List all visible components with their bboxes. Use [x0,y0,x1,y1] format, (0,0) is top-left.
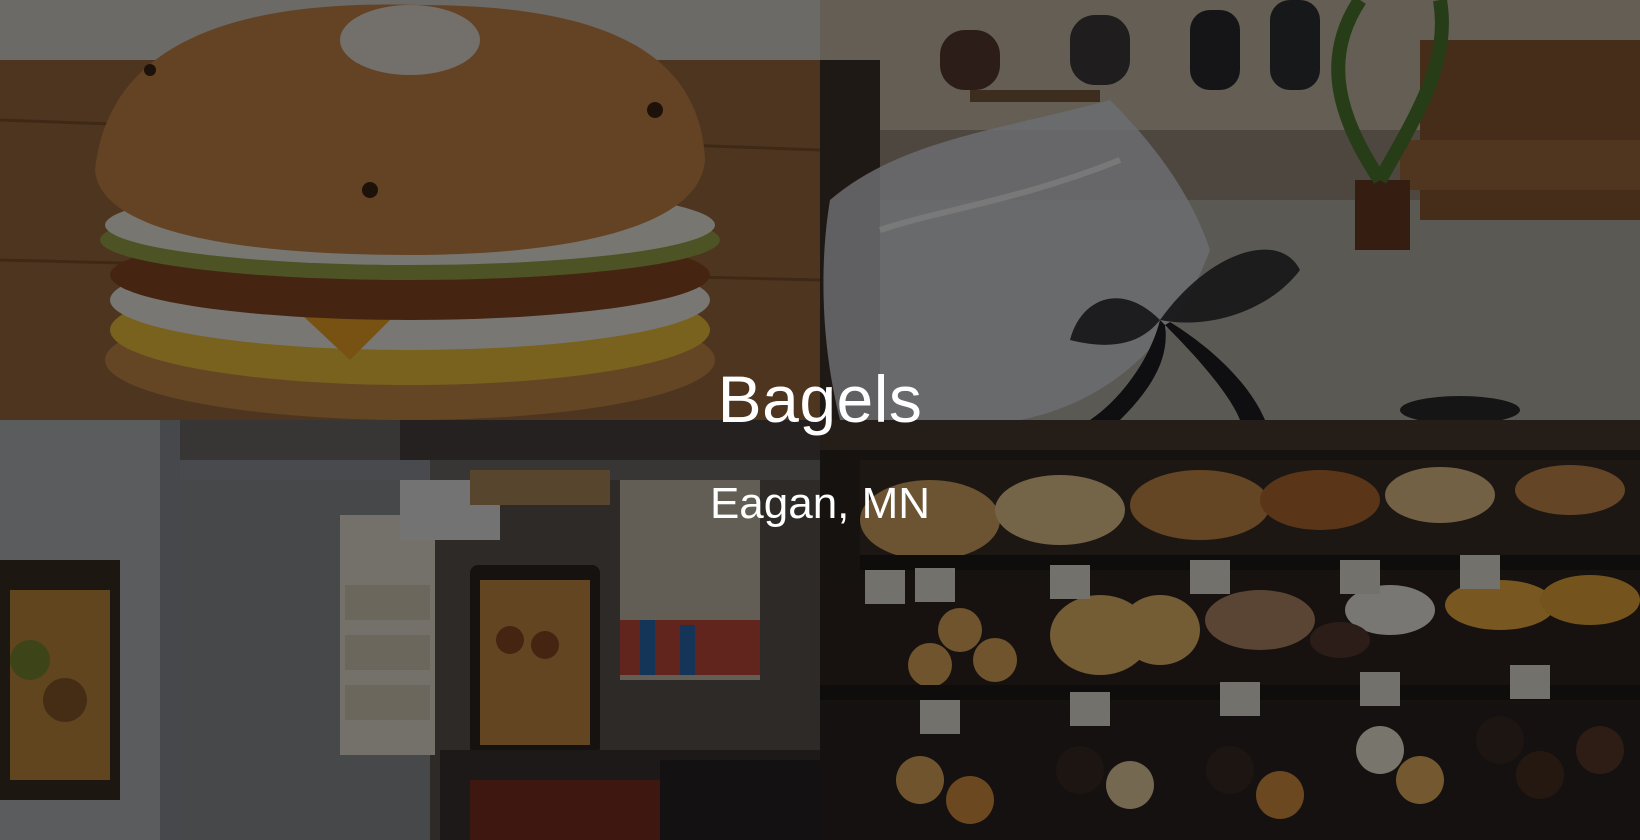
page-title: Bagels [717,362,923,436]
hero-banner: Bagels Eagan, MN [0,0,1640,840]
location-subtitle: Eagan, MN [709,479,931,528]
cafe-interior-gift-bag-photo [820,0,1640,420]
bagel-sandwich-photo [0,0,820,420]
